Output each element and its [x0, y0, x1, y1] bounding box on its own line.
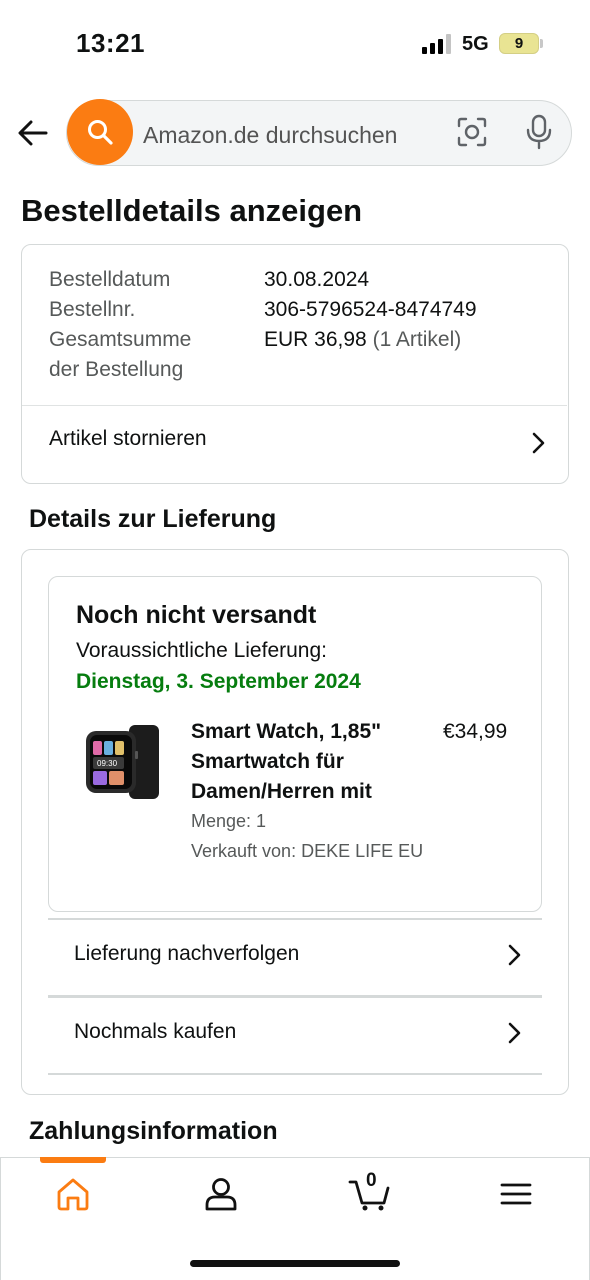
shipment-card: Noch nicht versandt Voraussichtliche Lie… — [48, 576, 542, 912]
account-icon[interactable] — [203, 1176, 239, 1212]
order-date-label: Bestelldatum — [49, 268, 171, 291]
chevron-right-icon[interactable] — [506, 1021, 522, 1045]
order-total-label: Gesamtsumme der Bestellung — [49, 328, 192, 381]
status-bar: 13:21 5G 9 — [0, 0, 590, 90]
order-number-value: 306-5796524-8474749 — [264, 298, 477, 321]
chevron-right-icon[interactable] — [530, 431, 546, 455]
order-summary-card: Bestelldatum 30.08.2024 Bestellnr. 306-5… — [21, 244, 569, 484]
product-image[interactable]: 09:30 — [83, 721, 161, 803]
payment-section-title: Zahlungsinformation — [29, 1117, 278, 1145]
product-seller: Verkauft von: DEKE LIFE EU — [191, 841, 424, 861]
back-arrow-icon[interactable] — [16, 116, 50, 150]
expected-delivery-label: Voraussichtliche Lieferung: — [76, 639, 327, 662]
page-title: Bestelldetails anzeigen — [21, 193, 363, 228]
camera-icon[interactable] — [456, 116, 488, 148]
delivery-section-title: Details zur Lieferung — [29, 505, 277, 533]
expected-delivery-date: Dienstag, 3. September 2024 — [76, 670, 361, 693]
home-icon[interactable] — [55, 1176, 91, 1212]
battery-tip — [540, 39, 543, 48]
network-type: 5G — [462, 33, 489, 55]
product-quantity: Menge: 1 — [191, 811, 267, 831]
cancel-items-link[interactable]: Artikel stornieren — [49, 427, 207, 451]
battery-icon: 9 — [499, 33, 539, 54]
search-icon — [88, 120, 113, 145]
nav-active-indicator — [40, 1157, 106, 1163]
product-title[interactable]: Smart Watch, 1,85" Smartwatch für Damen/… — [191, 717, 421, 807]
chevron-right-icon[interactable] — [506, 943, 522, 967]
delivery-card: Noch nicht versandt Voraussichtliche Lie… — [21, 549, 569, 1095]
product-image-time: 09:30 — [97, 759, 118, 768]
order-total-value: EUR 36,98 (1 Artikel) — [264, 328, 462, 351]
divider — [48, 995, 542, 998]
buy-again-link[interactable]: Nochmals kaufen — [74, 1020, 236, 1044]
signal-icon — [422, 34, 452, 54]
divider — [48, 1073, 542, 1075]
mic-icon[interactable] — [526, 114, 552, 150]
menu-icon[interactable] — [498, 1176, 534, 1212]
cart-count: 0 — [366, 1170, 377, 1191]
track-delivery-link[interactable]: Lieferung nachverfolgen — [74, 942, 299, 966]
shipment-status: Noch nicht versandt — [76, 601, 317, 629]
divider — [22, 405, 567, 406]
divider — [48, 918, 542, 920]
home-indicator[interactable] — [190, 1260, 400, 1267]
product-price: €34,99 — [443, 720, 508, 743]
order-number-label: Bestellnr. — [49, 298, 136, 321]
search-button[interactable] — [67, 99, 133, 165]
order-date-value: 30.08.2024 — [264, 268, 370, 291]
search-input[interactable]: Amazon.de durchsuchen — [143, 122, 397, 149]
status-time: 13:21 — [76, 28, 145, 58]
